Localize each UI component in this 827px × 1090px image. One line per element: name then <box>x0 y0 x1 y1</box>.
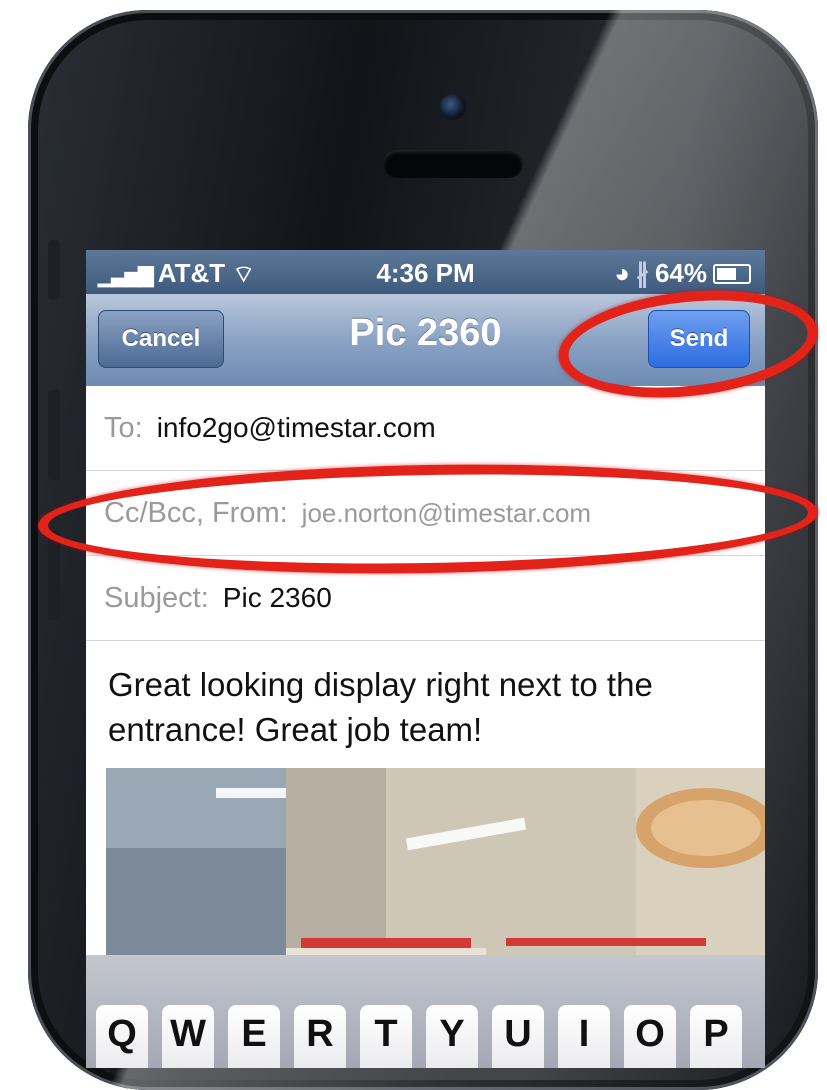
bluetooth-icon: ∦ <box>635 258 649 288</box>
key-i[interactable]: I <box>558 1005 610 1068</box>
key-y[interactable]: Y <box>426 1005 478 1068</box>
volume-down-button <box>48 530 60 620</box>
volume-up-button <box>48 390 60 480</box>
battery-group: ◕ ∦ 64% <box>614 258 751 289</box>
battery-percent: 64% <box>654 258 707 288</box>
front-camera <box>440 94 466 120</box>
mute-switch <box>48 240 60 300</box>
to-label: To: <box>104 411 143 444</box>
status-bar: ▁▃▅▇ AT&T ⌔ 4:36 PM ◕ ∦ 64% <box>86 250 765 294</box>
subject-label: Subject: <box>104 581 209 614</box>
message-body[interactable]: Great looking display right next to the … <box>108 662 748 752</box>
battery-level <box>717 267 737 280</box>
subject-value[interactable]: Pic 2360 <box>223 582 332 614</box>
key-o[interactable]: O <box>624 1005 676 1068</box>
keyboard: Q W E R T Y U I O P <box>86 955 765 1068</box>
key-e[interactable]: E <box>228 1005 280 1068</box>
key-r[interactable]: R <box>294 1005 346 1068</box>
to-field[interactable]: To: info2go@timestar.com <box>86 386 765 471</box>
key-u[interactable]: U <box>492 1005 544 1068</box>
alarm-icon: ◕ <box>614 258 630 288</box>
battery-icon <box>713 263 751 284</box>
key-t[interactable]: T <box>360 1005 412 1068</box>
to-value[interactable]: info2go@timestar.com <box>157 412 436 444</box>
earpiece-speaker <box>383 150 523 178</box>
key-q[interactable]: Q <box>96 1005 148 1068</box>
key-p[interactable]: P <box>690 1005 742 1068</box>
key-w[interactable]: W <box>162 1005 214 1068</box>
